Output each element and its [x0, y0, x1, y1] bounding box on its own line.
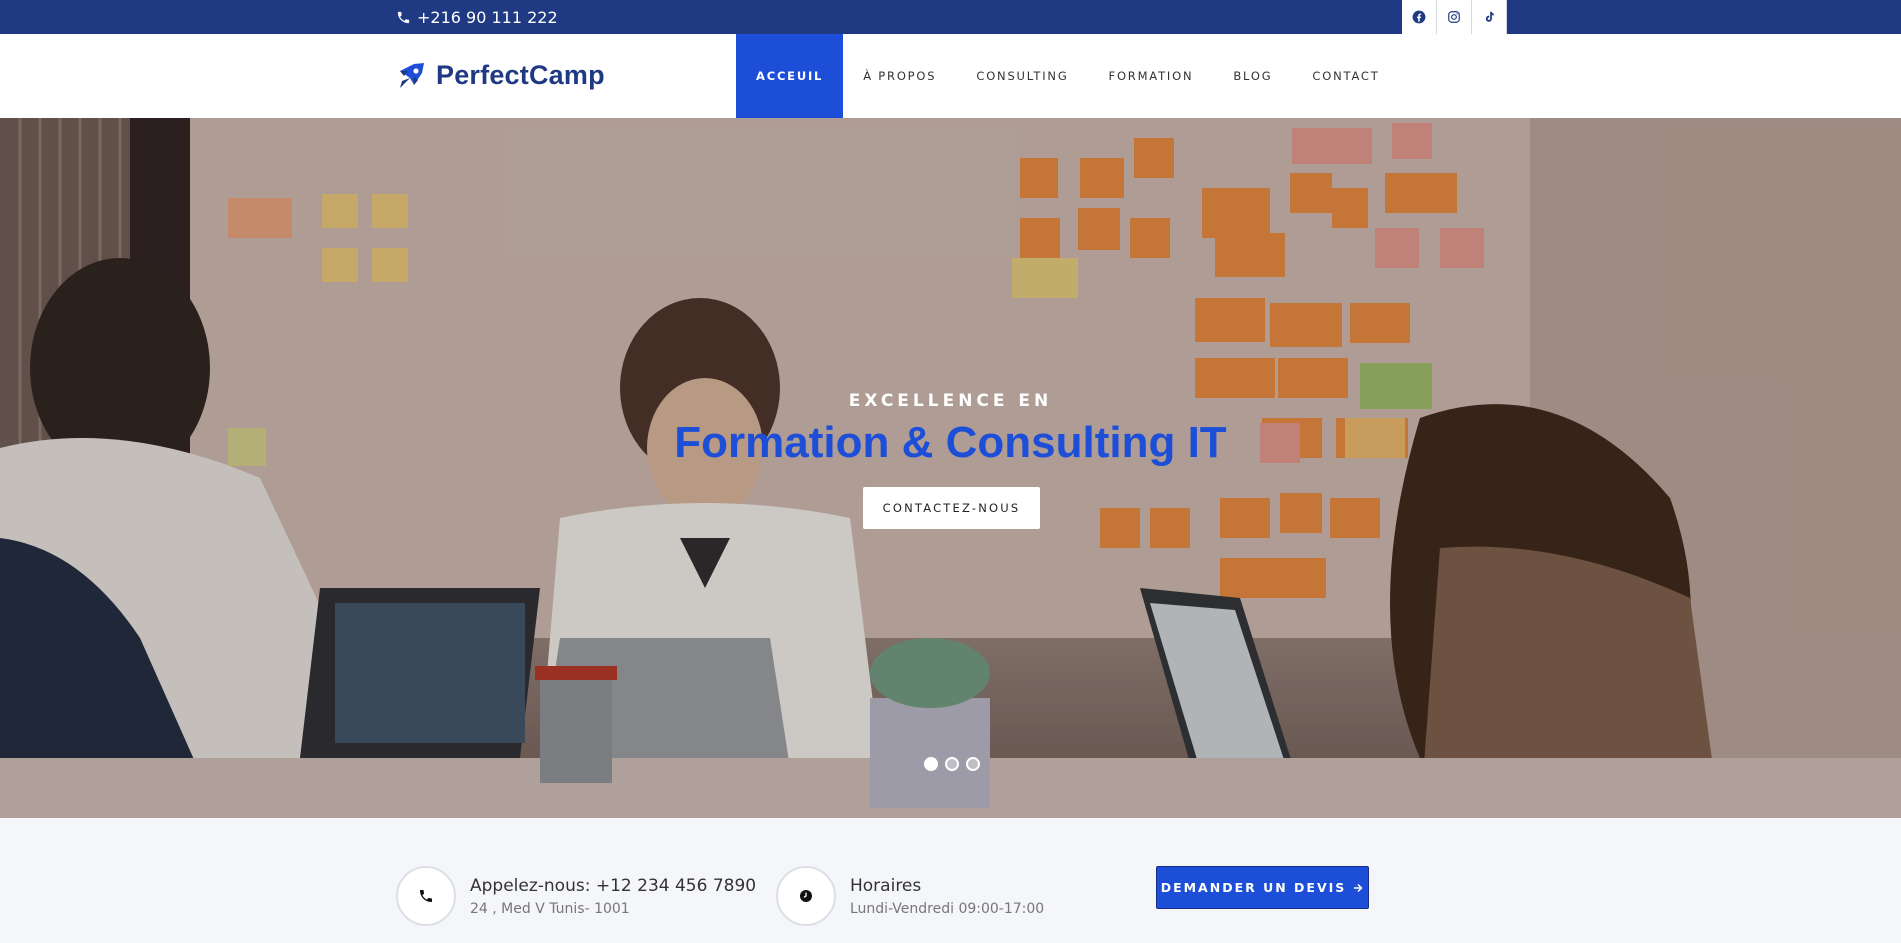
contact-us-button[interactable]: CONTACTEZ-NOUS	[863, 487, 1040, 529]
instagram-icon	[1448, 11, 1460, 23]
instagram-link[interactable]	[1437, 0, 1472, 34]
nav-item-a-propos[interactable]: À PROPOS	[843, 34, 956, 118]
facebook-link[interactable]	[1402, 0, 1437, 34]
phone-icon	[420, 890, 432, 902]
site-logo[interactable]: PerfectCamp	[396, 60, 605, 91]
social-links	[1402, 0, 1507, 34]
facebook-icon	[1412, 10, 1426, 24]
nav-item-contact[interactable]: CONTACT	[1292, 34, 1399, 118]
slider-dot-2[interactable]	[945, 757, 959, 771]
hours-info: Horaires Lundi-Vendredi 09:00-17:00	[776, 866, 1044, 926]
nav-item-formation[interactable]: FORMATION	[1089, 34, 1214, 118]
request-quote-button[interactable]: DEMANDER UN DEVIS	[1156, 866, 1369, 909]
tiktok-link[interactable]	[1472, 0, 1507, 34]
top-bar: +216 90 111 222	[0, 0, 1901, 34]
top-phone-number: +216 90 111 222	[417, 7, 558, 27]
tiktok-icon	[1485, 11, 1494, 22]
slider-dots	[924, 757, 980, 771]
hero-slider: EXCELLENCE EN Formation & Consulting IT …	[0, 118, 1901, 818]
rocket-logo-icon	[400, 62, 424, 88]
hours-text: Lundi-Vendredi 09:00-17:00	[850, 900, 1045, 917]
call-title: Appelez-nous: +12 234 456 7890	[470, 875, 757, 896]
top-phone[interactable]: +216 90 111 222	[396, 0, 558, 34]
hero-overlay	[0, 118, 1901, 818]
slider-dot-3[interactable]	[966, 757, 980, 771]
address-text: 24 , Med V Tunis- 1001	[470, 900, 630, 917]
request-quote-label: DEMANDER UN DEVIS	[1160, 880, 1347, 895]
info-strip: Appelez-nous: +12 234 456 7890 24 , Med …	[0, 818, 1901, 943]
arrow-right-icon	[1354, 883, 1363, 892]
nav-item-accueil[interactable]: ACCEUIL	[736, 34, 844, 118]
slider-dot-1[interactable]	[924, 757, 938, 771]
main-nav: ACCEUIL À PROPOS CONSULTING FORMATION BL…	[736, 34, 1400, 118]
hero-title: Formation & Consulting IT	[674, 418, 1227, 467]
nav-item-blog[interactable]: BLOG	[1213, 34, 1292, 118]
hours-icon-circle	[776, 866, 836, 926]
call-info: Appelez-nous: +12 234 456 7890 24 , Med …	[396, 866, 756, 926]
hero-subtitle: EXCELLENCE EN	[848, 391, 1053, 411]
phone-icon	[397, 11, 410, 23]
hours-title: Horaires	[850, 875, 922, 896]
site-header: PerfectCamp ACCEUIL À PROPOS CONSULTING …	[0, 34, 1901, 118]
brand-name: PerfectCamp	[436, 60, 605, 90]
clock-icon	[800, 890, 812, 902]
nav-item-consulting[interactable]: CONSULTING	[956, 34, 1088, 118]
call-icon-circle	[396, 866, 456, 926]
